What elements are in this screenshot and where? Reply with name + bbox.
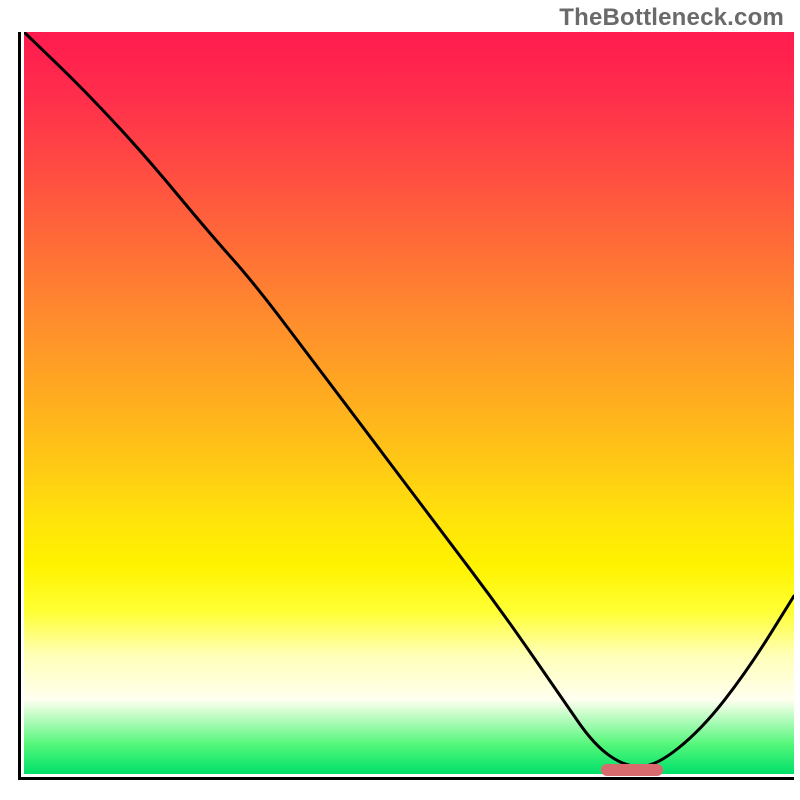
plot-area	[18, 32, 794, 780]
watermark-text: TheBottleneck.com	[559, 4, 784, 32]
optimal-range-marker	[601, 764, 663, 776]
chart-container: TheBottleneck.com	[0, 0, 800, 800]
bottleneck-curve	[24, 32, 794, 774]
